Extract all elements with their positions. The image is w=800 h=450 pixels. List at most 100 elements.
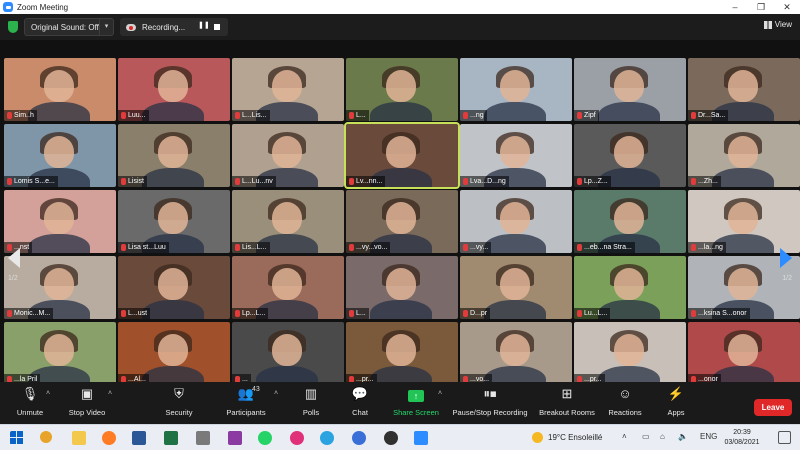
participant-video-tile[interactable]: ...vo... [460,322,572,385]
telegram-icon[interactable] [320,431,334,445]
chevron-down-icon[interactable]: ▾ [99,19,113,35]
minimize-button[interactable]: – [722,0,748,14]
participant-name: Lis...L... [242,244,267,251]
participant-video-tile[interactable]: ...eb...na Stra... [574,190,686,253]
participant-head [272,70,302,102]
participant-head [158,70,188,102]
participant-head [386,136,416,168]
davinci-icon[interactable] [384,431,398,445]
participant-video-tile[interactable]: ...ng [460,58,572,121]
participant-video-tile[interactable]: Lomis S...e... [4,124,116,187]
zoom-taskbar-icon[interactable] [414,431,428,445]
whatsapp-icon[interactable] [258,431,272,445]
shield-icon: ⛨ [174,386,184,401]
participant-name-tag: Lis...L... [232,242,270,253]
microphone-muted-icon [463,178,468,185]
notification-icon[interactable] [778,431,791,444]
participant-name-tag: L... [346,308,369,319]
participant-head [728,268,758,300]
participant-video-tile[interactable]: Zipf [574,58,686,121]
books-app-icon[interactable] [228,431,242,445]
unmute-button[interactable]: 🎙 Unmute [14,386,46,422]
participant-name: Lu...L... [584,310,608,317]
firefox-icon[interactable] [102,431,116,445]
leave-button[interactable]: Leave [754,399,792,416]
clock[interactable]: 20:39 03/08/2021 [716,428,768,448]
participant-video-tile[interactable]: Lisist [118,124,230,187]
participant-video-tile[interactable]: Sim..h [4,58,116,121]
participant-name-tag: Lu...L... [574,308,611,319]
microphone-muted-icon [691,310,696,317]
previous-page-arrow-icon[interactable] [8,248,20,268]
participant-name-tag: ...ng [460,110,487,121]
participant-video-tile[interactable]: L...Lis... [232,58,344,121]
participant-video-tile[interactable]: L...Lu...nv [232,124,344,187]
close-button[interactable]: ✕ [774,0,800,14]
pause-stop-recording-button[interactable]: ⏸⏹ Pause/Stop Recording [452,386,528,422]
participant-video-tile[interactable]: ...Al... [118,322,230,385]
participant-head [272,334,302,366]
stop-recording-icon[interactable] [214,24,220,30]
network-icon[interactable]: ⌂ [660,432,665,441]
original-sound-button[interactable]: Original Sound: Off ▾ [24,18,114,36]
chat-button[interactable]: 💬 Chat [350,386,370,422]
volume-icon[interactable]: 🔈 [678,432,688,441]
polls-button[interactable]: ▥ Polls [300,386,322,422]
view-button[interactable]: View [763,20,792,29]
audio-options-chevron-icon[interactable]: ˄ [46,390,50,397]
chat-label: Chat [352,408,368,417]
participant-video-tile[interactable]: D...pr [460,256,572,319]
windows-start-icon[interactable] [10,431,24,445]
participant-video-tile[interactable]: Lva...D...ng [460,124,572,187]
file-explorer-icon[interactable] [72,431,86,445]
stop-video-button[interactable]: ▣ Stop Video [66,386,108,422]
participant-video-tile[interactable]: Luu... [118,58,230,121]
participant-video-tile[interactable]: Dr...Sa... [688,58,800,121]
participant-video-tile[interactable]: ...vy... [460,190,572,253]
app-icon[interactable] [196,431,210,445]
apps-button[interactable]: ⚡ Apps [666,386,686,422]
participants-chevron-icon[interactable]: ˄ [274,390,278,397]
participant-video-tile[interactable]: ...la Pril [4,322,116,385]
participants-button[interactable]: 👥 43 Participants [224,386,268,422]
share-screen-button[interactable]: ↑ Share Screen [393,386,439,422]
participant-video-tile[interactable]: ...pr... [346,322,458,385]
participant-video-tile[interactable]: L... [346,58,458,121]
participant-video-tile[interactable]: Monic...M... [4,256,116,319]
tray-chevron-icon[interactable]: ˄ [622,432,627,441]
participant-video-tile[interactable]: L...ust [118,256,230,319]
participant-video-tile[interactable]: ...Zh... [688,124,800,187]
participant-video-tile[interactable]: ...nst [4,190,116,253]
restore-button[interactable]: ❐ [748,0,774,14]
participant-video-tile[interactable]: Lp...Z... [574,124,686,187]
search-icon[interactable] [40,431,52,443]
weather-text[interactable]: 19°C Ensoleillé [548,433,602,442]
participant-video-tile[interactable]: ... [232,322,344,385]
participant-video-tile[interactable]: Lis...L... [232,190,344,253]
participant-video-tile[interactable]: ...pr... [574,322,686,385]
microphone-muted-icon [349,244,354,251]
security-shield-icon[interactable] [8,21,18,33]
breakout-rooms-button[interactable]: ⊞ Breakout Rooms [538,386,596,422]
participant-video-tile[interactable]: Lu...L... [574,256,686,319]
security-button[interactable]: ⛨ Security [164,386,194,422]
word-icon[interactable] [132,431,146,445]
participant-video-tile[interactable]: ...la...ng [688,190,800,253]
battery-icon[interactable]: ▭ [642,432,650,441]
participant-video-tile[interactable]: Lisa st...Luu [118,190,230,253]
participant-video-tile[interactable]: Lv...nn... [344,122,460,189]
reactions-button[interactable]: ☺ Reactions [608,386,642,422]
language-indicator[interactable]: ENG [700,432,717,441]
participant-video-tile[interactable]: Lp...L... [232,256,344,319]
participant-video-tile[interactable]: ...vy...vo... [346,190,458,253]
next-page-arrow-icon[interactable] [780,248,792,268]
participant-video-tile[interactable]: L... [346,256,458,319]
share-options-chevron-icon[interactable]: ˄ [438,390,442,397]
pause-recording-icon[interactable]: ❚❚ [198,21,210,29]
slack-icon[interactable] [290,431,304,445]
participant-video-tile[interactable]: ...onor [688,322,800,385]
excel-icon[interactable] [164,431,178,445]
pause-stop-icon: ⏸⏹ [483,386,497,401]
app-icon-2[interactable] [352,431,366,445]
video-options-chevron-icon[interactable]: ˄ [108,390,112,397]
